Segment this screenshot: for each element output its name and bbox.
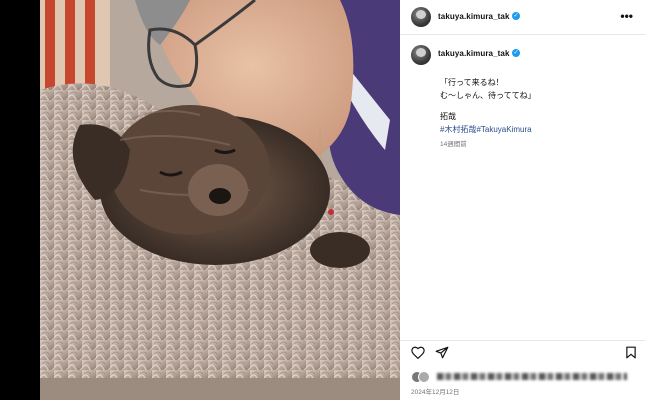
- post-header: takuya.kimura_tak ✓ •••: [400, 0, 645, 35]
- bookmark-icon[interactable]: [625, 346, 637, 364]
- post-actions: 2024年12月12日: [400, 340, 645, 400]
- liked-by-row[interactable]: [411, 371, 636, 383]
- verified-badge-icon: ✓: [512, 49, 520, 57]
- post-photo[interactable]: [40, 0, 400, 400]
- caption-username-link[interactable]: takuya.kimura_tak: [438, 49, 510, 58]
- username-link[interactable]: takuya.kimura_tak: [438, 12, 510, 21]
- caption-time-ago: 14週間前: [440, 141, 467, 148]
- more-dots-icon[interactable]: •••: [620, 9, 633, 23]
- verified-badge-icon: ✓: [512, 12, 520, 20]
- caption-line-2: む〜しゃん、待っててね」: [440, 91, 536, 100]
- liked-by-avatars: [411, 371, 431, 383]
- avatar-icon[interactable]: [411, 45, 431, 65]
- paper-plane-icon[interactable]: [435, 346, 449, 364]
- heart-icon[interactable]: [411, 346, 425, 364]
- caption-line-1: 「行って来るね！: [440, 78, 504, 87]
- post-side-panel: takuya.kimura_tak ✓ ••• takuya.kimura_ta…: [400, 0, 645, 400]
- liked-by-text-blurred: [437, 373, 627, 380]
- avatar-icon[interactable]: [411, 7, 431, 27]
- instagram-post-screenshot: takuya.kimura_tak ✓ ••• takuya.kimura_ta…: [0, 0, 645, 400]
- caption-signature: 拓哉: [440, 112, 456, 121]
- photo-illustration: [40, 0, 400, 400]
- caption-body: 「行って来るね！ む〜しゃん、待っててね」 拓哉 #木村拓哉#TakuyaKim…: [440, 76, 630, 151]
- avatar-icon: [418, 371, 430, 383]
- caption-hashtags[interactable]: #木村拓哉#TakuyaKimura: [440, 123, 630, 136]
- post-date: 2024年12月12日: [411, 389, 460, 396]
